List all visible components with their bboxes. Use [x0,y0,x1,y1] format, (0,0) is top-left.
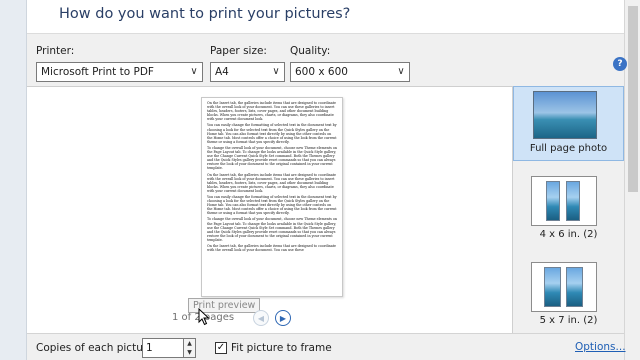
help-icon[interactable]: ? [613,57,627,71]
background-window-edge [0,0,27,360]
options-link[interactable]: Options... [575,341,626,353]
preview-paragraph: You can easily change the formatting of … [207,123,337,144]
5x7-thumbnail [531,262,597,312]
full-page-photo-thumbnail [533,91,597,139]
background-scrollbar[interactable] [624,0,640,360]
layout-label: 5 x 7 in. (2) [539,315,598,326]
printer-value: Microsoft Print to PDF [41,66,154,78]
quality-label: Quality: [290,45,331,57]
photo-thumbnail [566,181,580,221]
mouse-cursor-icon [198,308,210,326]
quality-value: 600 x 600 [295,66,348,78]
fit-picture-label[interactable]: Fit picture to frame [231,342,332,354]
bottom-options-bar: Copies of each picture: 1 ▲ ▼ ✓ Fit pict… [27,333,626,360]
dialog-title: How do you want to print your pictures? [59,6,351,22]
layout-list: Full page photo 4 x 6 in. (2) 5 x 7 in. … [513,86,624,333]
next-page-button[interactable]: ▶ [275,310,291,326]
chevron-down-icon: ∨ [272,66,280,77]
copies-label: Copies of each picture: [36,342,157,354]
scrollbar-thumb[interactable] [628,6,638,192]
chevron-down-icon: ∨ [397,66,405,77]
preview-paragraph: To change the overall look of your docum… [207,145,337,171]
preview-page: On the Insert tab, the galleries include… [201,97,343,297]
chevron-down-icon: ∨ [190,66,198,77]
increment-arrow-icon[interactable]: ▲ [184,339,195,348]
paper-size-dropdown[interactable]: A4 ∨ [210,62,285,82]
printer-dropdown[interactable]: Microsoft Print to PDF ∨ [36,62,203,82]
paper-size-value: A4 [215,66,229,78]
print-pictures-dialog: How do you want to print your pictures? … [27,0,627,360]
photo-thumbnail [544,267,561,307]
print-preview-pane: On the Insert tab, the galleries include… [27,86,513,333]
preview-paragraph: On the Insert tab, the galleries include… [207,101,337,122]
photo-thumbnail [546,181,560,221]
paper-size-label: Paper size: [210,45,267,57]
layout-4x6[interactable]: 4 x 6 in. (2) [513,176,624,246]
layout-label: 4 x 6 in. (2) [539,229,598,240]
4x6-thumbnail [531,176,597,226]
preview-paragraph: On the Insert tab, the galleries include… [207,172,337,193]
quality-dropdown[interactable]: 600 x 600 ∨ [290,62,410,82]
copies-stepper[interactable]: ▲ ▼ [184,338,196,358]
dialog-header: How do you want to print your pictures? [27,0,624,34]
layout-5x7[interactable]: 5 x 7 in. (2) [513,262,624,333]
preview-paragraph: On the Insert tab, the galleries include… [207,244,337,253]
preview-paragraph: To change the overall look of your docum… [207,217,337,242]
fit-picture-checkbox[interactable]: ✓ [215,342,227,354]
previous-page-button[interactable]: ◀ [253,310,269,326]
decrement-arrow-icon[interactable]: ▼ [184,348,195,357]
copies-input[interactable]: 1 [142,338,184,358]
layout-full-page-photo[interactable]: Full page photo [513,86,624,161]
preview-paragraph: You can easily change the formatting of … [207,194,337,216]
printer-label: Printer: [36,45,75,57]
photo-thumbnail [566,267,583,307]
layout-label: Full page photo [529,143,608,154]
